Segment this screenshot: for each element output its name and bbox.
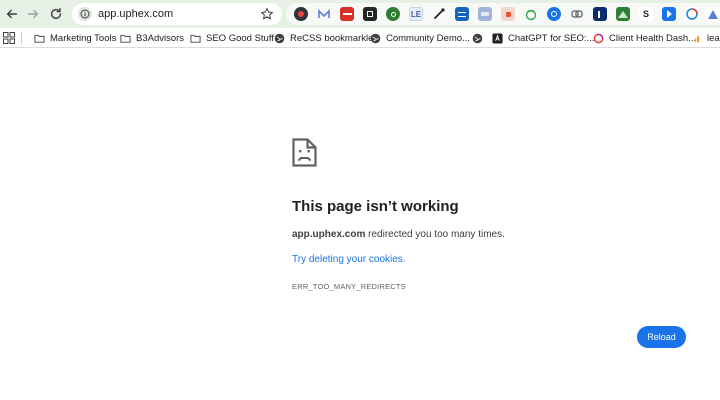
bookmark-untitled[interactable] <box>472 31 488 45</box>
globe-icon <box>274 33 285 43</box>
bookmark-lear[interactable]: lear <box>694 31 720 45</box>
extension-icon[interactable] <box>478 7 492 21</box>
error-host: app.uphex.com <box>292 229 366 240</box>
folder-icon <box>190 34 201 43</box>
forward-arrow-icon[interactable] <box>23 4 43 24</box>
sad-document-icon <box>292 138 317 167</box>
address-bar[interactable]: app.uphex.com <box>72 3 282 25</box>
extensions-strip: LE S <box>286 3 720 25</box>
back-arrow-icon[interactable] <box>2 4 22 24</box>
bookmark-label: lear <box>707 32 720 44</box>
error-message-text: redirected you too many times. <box>365 229 505 240</box>
extension-icon[interactable] <box>294 7 308 21</box>
bookmark-label: Client Health Dash... <box>609 32 697 44</box>
extension-icon[interactable] <box>547 7 561 21</box>
delete-cookies-link[interactable]: Try deleting your cookies. <box>292 254 406 265</box>
bookmark-label: Marketing Tools <box>50 32 117 44</box>
extension-icon[interactable] <box>317 7 331 21</box>
extension-icon[interactable] <box>616 7 630 21</box>
bookmarks-separator <box>21 32 22 44</box>
extension-icon[interactable]: S <box>639 7 653 21</box>
dashboard-icon <box>593 33 604 43</box>
extension-icon[interactable] <box>524 7 538 21</box>
site-info-icon[interactable] <box>78 7 92 21</box>
extension-icon[interactable] <box>455 7 469 21</box>
error-code: ERR_TOO_MANY_REDIRECTS <box>292 282 406 291</box>
folder-icon <box>120 34 131 43</box>
extension-icon[interactable] <box>685 7 699 21</box>
bookmark-marketing-tools[interactable]: Marketing Tools <box>34 31 116 45</box>
bookmark-b3advisors[interactable]: B3Advisors <box>120 31 184 45</box>
url-text[interactable]: app.uphex.com <box>98 8 173 20</box>
error-message: app.uphex.com redirected you too many ti… <box>292 229 505 240</box>
extension-icon[interactable] <box>662 7 676 21</box>
bookmark-chatgpt-seo[interactable]: ChatGPT for SEO:... <box>492 31 594 45</box>
extension-icon[interactable]: LE <box>409 7 423 21</box>
bookmark-label: SEO Good Stuff <box>206 32 274 44</box>
bookmark-label: B3Advisors <box>136 32 185 44</box>
reload-icon[interactable] <box>46 4 66 24</box>
extension-icon[interactable] <box>501 7 515 21</box>
extension-icon[interactable] <box>432 7 446 21</box>
globe-icon <box>472 33 483 43</box>
bookmark-recss[interactable]: ReCSS bookmarkle <box>274 31 373 45</box>
bookmark-community-demo[interactable]: Community Demo... <box>370 31 470 45</box>
error-title: This page isn’t working <box>292 198 459 215</box>
globe-icon <box>370 33 381 43</box>
extension-icon[interactable] <box>570 7 584 21</box>
bookmark-label: ChatGPT for SEO:... <box>508 32 595 44</box>
bookmark-label: ReCSS bookmarkle <box>290 32 374 44</box>
extension-icon[interactable] <box>386 7 400 21</box>
extension-icon[interactable] <box>706 7 720 21</box>
star-icon[interactable] <box>260 7 274 21</box>
chatgpt-icon <box>492 32 503 44</box>
browser-toolbar: app.uphex.com LE S <box>0 0 720 28</box>
bookmark-seo-good-stuff[interactable]: SEO Good Stuff <box>190 31 274 45</box>
bar-chart-icon <box>694 35 699 42</box>
extension-icon[interactable] <box>363 7 377 21</box>
folder-icon <box>34 34 45 43</box>
reload-button[interactable]: Reload <box>637 326 686 348</box>
bookmark-client-health[interactable]: Client Health Dash... <box>593 31 696 45</box>
extension-icon[interactable] <box>340 7 354 21</box>
bookmark-label: Community Demo... <box>386 32 470 44</box>
apps-grid-icon[interactable] <box>3 32 15 44</box>
extension-icon[interactable] <box>593 7 607 21</box>
bookmarks-bar: Marketing Tools B3Advisors SEO Good Stuf… <box>0 28 720 48</box>
